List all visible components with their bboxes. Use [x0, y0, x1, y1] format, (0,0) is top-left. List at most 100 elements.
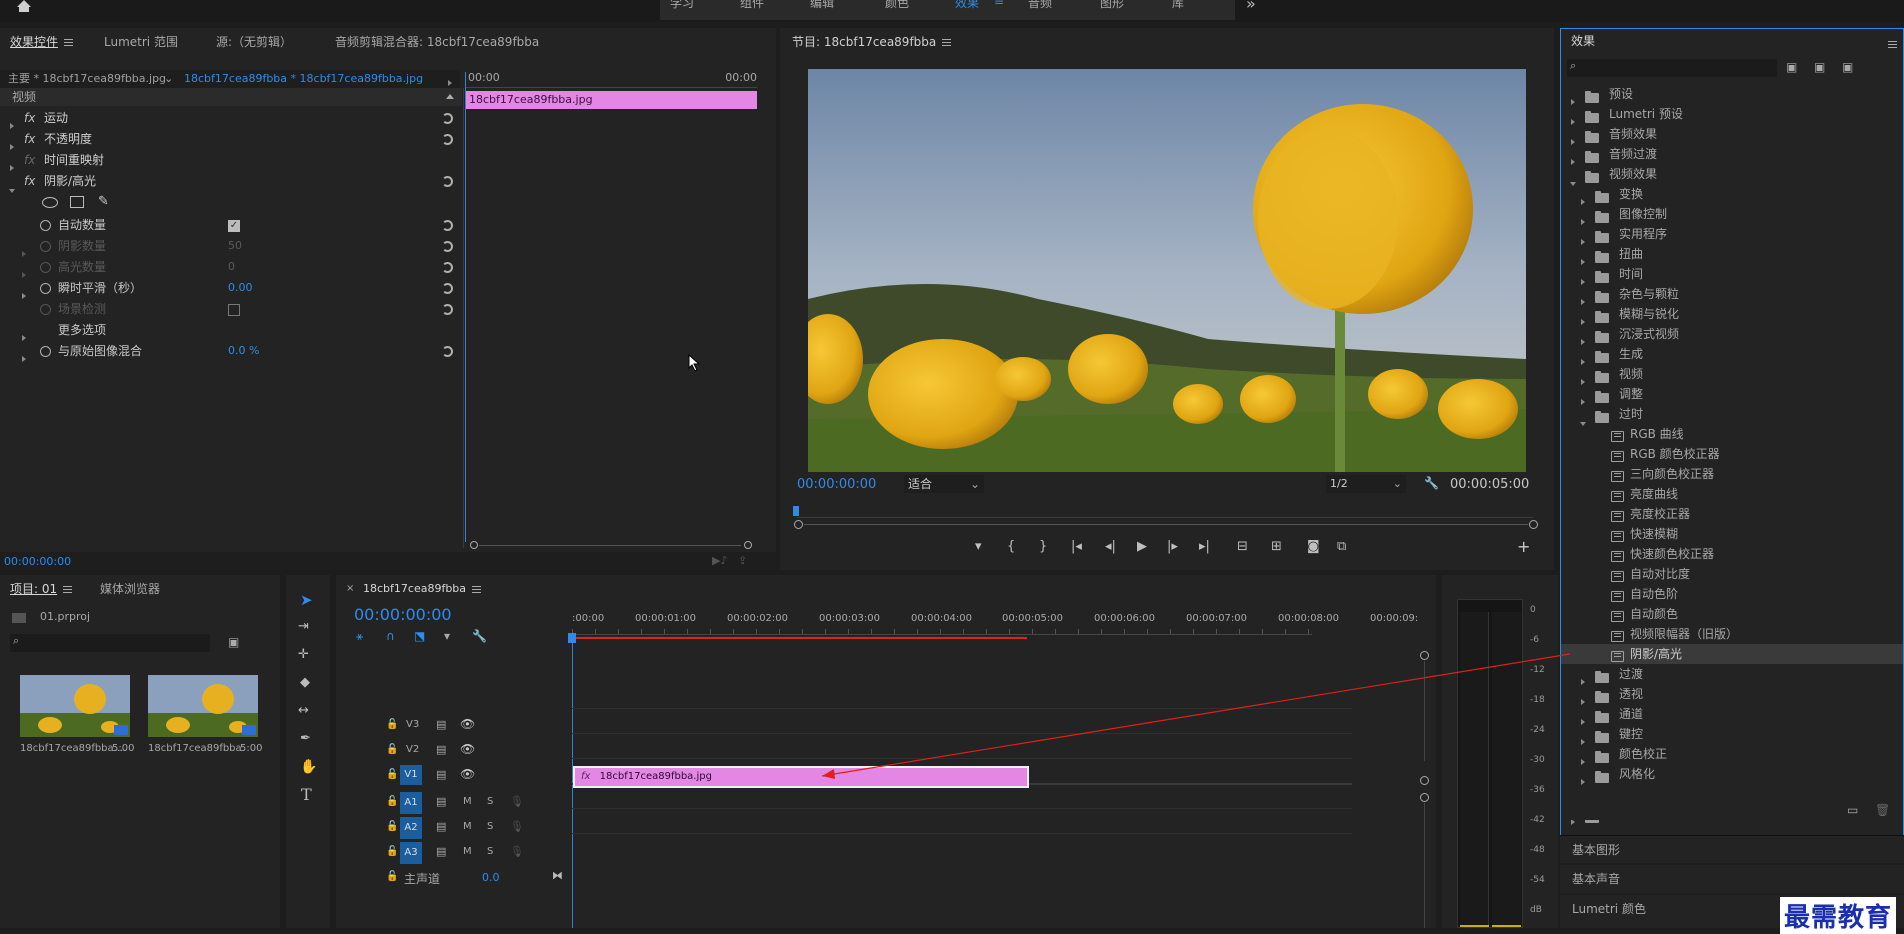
32bit-effects-icon[interactable]: ▣ — [1814, 60, 1825, 74]
effects-menu-icon[interactable]: ≡ — [994, 0, 1004, 8]
track-select-tool-icon[interactable]: ⇥ — [298, 619, 309, 634]
play-icon[interactable]: ▶ — [1137, 539, 1147, 554]
tree-video-effects[interactable]: 视频效果 — [1561, 164, 1903, 186]
add-marker-icon[interactable]: ▾ — [444, 629, 450, 643]
effect-auto-levels[interactable]: 自动色阶 — [1561, 584, 1903, 604]
tab-source[interactable]: 源:（无剪辑） — [216, 28, 292, 56]
slip-tool-icon[interactable]: ↔ — [298, 703, 309, 718]
lock-icon[interactable]: 🔓 — [386, 796, 398, 807]
tree-color-correction[interactable]: 颜色校正 — [1561, 744, 1903, 765]
track-label[interactable]: V2 — [406, 744, 419, 755]
lock-icon[interactable]: 🔓 — [386, 719, 398, 730]
effect-shadow-highlight[interactable]: fx 阴影/高光 — [0, 171, 462, 193]
collapse-icon[interactable] — [446, 94, 454, 99]
project-menu-icon[interactable] — [63, 586, 73, 593]
program-scrub-ruler[interactable] — [797, 504, 1533, 518]
reset-icon[interactable] — [442, 346, 453, 357]
zoom-handle-right[interactable] — [1529, 520, 1538, 529]
tree-immersive[interactable]: 沉浸式视频 — [1561, 324, 1903, 345]
sync-lock-icon[interactable]: ▤ — [436, 795, 446, 808]
nav-assembly[interactable]: 组件 — [740, 0, 764, 11]
param-blend-original[interactable]: 与原始图像混合 0.0 % — [0, 341, 462, 362]
project-search-input[interactable]: ⌕ — [10, 634, 210, 652]
stopwatch-icon[interactable] — [40, 220, 51, 231]
sync-lock-icon[interactable]: ▤ — [436, 768, 446, 781]
reset-icon[interactable] — [442, 283, 453, 294]
fit-dropdown[interactable]: 适合 ⌄ — [904, 475, 984, 493]
hand-tool-icon[interactable]: ✋ — [300, 759, 317, 775]
mark-in-icon[interactable]: { — [1007, 539, 1015, 554]
program-playhead[interactable] — [793, 506, 799, 516]
eye-icon[interactable]: 👁 — [460, 742, 475, 756]
tree-audio-transitions[interactable]: 音频过渡 — [1561, 144, 1903, 165]
lock-icon[interactable]: 🔓 — [386, 846, 398, 857]
collapse-icon[interactable] — [9, 179, 15, 199]
mute-button[interactable]: M — [463, 821, 472, 832]
tree-adjust[interactable]: 调整 — [1561, 384, 1903, 405]
track-label[interactable]: A2 — [400, 817, 422, 839]
tree-lumetri-presets[interactable]: Lumetri 预设 — [1561, 104, 1903, 125]
tree-keying[interactable]: 键控 — [1561, 724, 1903, 745]
go-to-in-icon[interactable]: |◂ — [1071, 539, 1082, 554]
pen-tool-icon[interactable]: ✒ — [300, 731, 311, 746]
v-scroll-handle[interactable] — [1420, 776, 1429, 785]
ec-menu-icon[interactable] — [64, 39, 74, 46]
master-volume-value[interactable]: 0.0 — [482, 871, 500, 884]
tree-video[interactable]: 视频 — [1561, 364, 1903, 385]
panel-essential-graphics[interactable]: 基本图形 — [1560, 835, 1904, 863]
param-scene-detect[interactable]: 场景检测 — [0, 299, 462, 319]
tree-blur-sharpen[interactable]: 模糊与锐化 — [1561, 304, 1903, 325]
scroll-handle-right[interactable] — [744, 541, 752, 549]
step-back-icon[interactable]: ◂| — [1105, 539, 1116, 554]
stopwatch-icon[interactable] — [40, 283, 51, 294]
effect-three-way-corrector[interactable]: 三向颜色校正器 — [1561, 464, 1903, 484]
ec-zoom-scrollbar[interactable] — [470, 541, 752, 551]
track-label[interactable]: A1 — [400, 792, 422, 814]
lock-icon[interactable]: 🔓 — [386, 871, 398, 882]
effect-fast-color-corrector[interactable]: 快速颜色校正器 — [1561, 544, 1903, 564]
ec-timecode[interactable]: 00:00:00:00 — [4, 555, 71, 568]
tree-presets[interactable]: 预设 — [1561, 84, 1903, 105]
lock-icon[interactable]: 🔓 — [386, 821, 398, 832]
add-button-icon[interactable]: + — [1517, 537, 1530, 556]
stopwatch-icon[interactable] — [40, 304, 51, 315]
effect-auto-contrast[interactable]: 自动对比度 — [1561, 564, 1903, 584]
reset-icon[interactable] — [442, 304, 453, 315]
close-tab-icon[interactable]: × — [346, 583, 354, 594]
type-tool-icon[interactable]: T — [301, 785, 312, 804]
program-timecode[interactable]: 00:00:00:00 — [797, 477, 876, 492]
find-icon[interactable]: ▣ — [228, 635, 239, 649]
sync-lock-icon[interactable]: ▤ — [436, 743, 446, 756]
nav-editing[interactable]: 编辑 — [810, 0, 834, 11]
effect-rgb-color-corrector[interactable]: RGB 颜色校正器 — [1561, 444, 1903, 464]
sync-lock-icon[interactable]: ▤ — [436, 845, 446, 858]
param-temporal-smoothing-value[interactable]: 0.00 — [228, 278, 253, 298]
effect-time-remap[interactable]: fx 时间重映射 — [0, 150, 462, 171]
panel-essential-sound[interactable]: 基本声音 — [1560, 865, 1904, 893]
effect-motion[interactable]: fx 运动 — [0, 108, 462, 129]
solo-button[interactable]: S — [487, 796, 493, 807]
eye-icon[interactable]: 👁 — [460, 767, 475, 781]
rect-mask-icon[interactable] — [70, 196, 84, 208]
zoom-handle-left[interactable] — [794, 520, 803, 529]
reset-icon[interactable] — [442, 241, 453, 252]
reset-icon[interactable] — [442, 262, 453, 273]
timeline-settings-icon[interactable]: 🔧 — [472, 629, 487, 643]
home-icon[interactable] — [16, 0, 32, 12]
ec-clip-bar[interactable]: 18cbf17cea89fbba.jpg — [465, 91, 757, 109]
track-label[interactable]: V1 — [400, 765, 422, 785]
tab-audio-mixer[interactable]: 音频剪辑混合器: 18cbf17cea89fbba — [335, 28, 539, 56]
nav-effects[interactable]: 效果 — [955, 0, 979, 11]
param-shadow-amount-value[interactable]: 50 — [228, 236, 242, 256]
param-auto-amount[interactable]: 自动数量 ✓ — [0, 215, 462, 235]
sync-lock-icon[interactable]: ▤ — [436, 820, 446, 833]
scene-detect-checkbox[interactable] — [228, 304, 240, 316]
dropdown-icon[interactable]: ⌄ — [164, 70, 173, 88]
auto-amount-checkbox[interactable]: ✓ — [228, 220, 240, 232]
param-highlight-amount[interactable]: 高光数量 0 — [0, 257, 462, 278]
nav-libraries[interactable]: 库 — [1172, 0, 1184, 11]
quality-dropdown[interactable]: 1/2 ⌄ — [1326, 475, 1406, 493]
tab-media-browser[interactable]: 媒体浏览器 — [100, 575, 160, 603]
param-highlight-amount-value[interactable]: 0 — [228, 257, 235, 277]
program-menu-icon[interactable] — [942, 39, 952, 46]
